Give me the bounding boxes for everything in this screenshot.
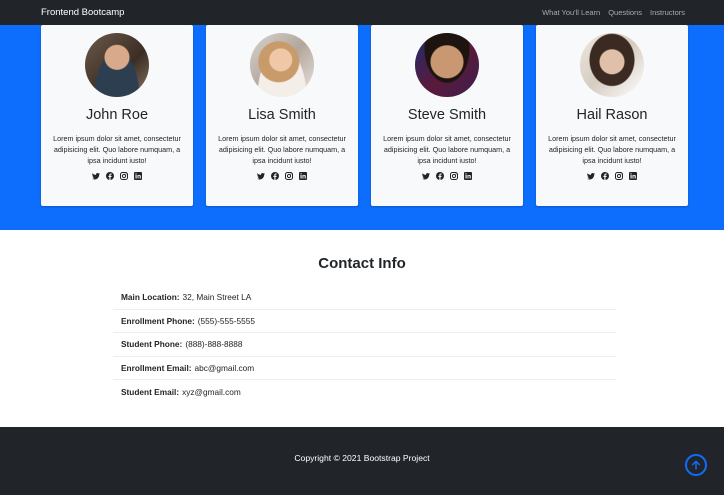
instructor-bio: Lorem ipsum dolor sit amet, consectetur … [218,134,346,165]
arrow-up-circle-icon [690,459,702,471]
contact-row-student-phone: Student Phone: (888)-888-8888 [113,333,616,357]
contact-row-student-email: Student Email: xyz@gmail.com [113,380,616,404]
instagram-icon[interactable] [615,172,623,180]
facebook-icon[interactable] [271,172,279,180]
avatar [250,33,314,97]
contact-row-enrollment-email: Enrollment Email: abc@gmail.com [113,357,616,380]
instagram-icon[interactable] [450,172,458,180]
instructor-cards: John Roe Lorem ipsum dolor sit amet, con… [41,25,688,206]
social-links [41,172,193,180]
social-links [206,172,358,180]
contact-row-enrollment-phone: Enrollment Phone: (555)-555-5555 [113,310,616,333]
twitter-icon[interactable] [587,172,595,180]
contact-value: abc@gmail.com [194,362,255,373]
avatar [85,33,149,97]
facebook-icon[interactable] [106,172,114,180]
navbar: Frontend Bootcamp What You'll Learn Ques… [0,0,724,25]
contact-title: Contact Info [318,255,406,272]
twitter-icon[interactable] [92,172,100,180]
contact-value: xyz@gmail.com [182,386,241,397]
instructor-card-john-roe: John Roe Lorem ipsum dolor sit amet, con… [41,25,193,206]
linkedin-icon[interactable] [134,172,142,180]
linkedin-icon[interactable] [464,172,472,180]
avatar [580,33,644,97]
nav-link-instructors[interactable]: Instructors [650,8,685,17]
facebook-icon[interactable] [436,172,444,180]
contact-value: 32, Main Street LA [182,292,252,303]
footer: Copyright © 2021 Bootstrap Project [0,427,724,495]
copyright-text: Copyright © 2021 Bootstrap Project [294,453,430,463]
instructor-bio: Lorem ipsum dolor sit amet, consectetur … [383,134,511,165]
scroll-to-top-button[interactable] [685,454,707,476]
brand-link[interactable]: Frontend Bootcamp [41,7,124,18]
instructor-name: John Roe [85,107,149,123]
contact-label: Enrollment Phone: [121,315,195,326]
contact-value: (555)-555-5555 [197,315,255,326]
contact-value: (888)-888-8888 [185,339,243,350]
facebook-icon[interactable] [601,172,609,180]
nav-links: What You'll Learn Questions Instructors [542,8,685,17]
instructor-name: Steve Smith [407,107,487,123]
linkedin-icon[interactable] [299,172,307,180]
instructor-card-lisa-smith: Lisa Smith Lorem ipsum dolor sit amet, c… [206,25,358,206]
instagram-icon[interactable] [285,172,293,180]
instructor-bio: Lorem ipsum dolor sit amet, consectetur … [53,134,181,165]
instructor-card-hail-rason: Hail Rason Lorem ipsum dolor sit amet, c… [536,25,688,206]
instructor-card-steve-smith: Steve Smith Lorem ipsum dolor sit amet, … [371,25,523,206]
contact-label: Student Phone: [121,339,183,350]
instagram-icon[interactable] [120,172,128,180]
contact-row-main-location: Main Location: 32, Main Street LA [113,286,616,310]
contact-label: Student Email: [121,386,180,397]
avatar [415,33,479,97]
twitter-icon[interactable] [422,172,430,180]
contact-label: Enrollment Email: [121,362,192,373]
nav-link-learn[interactable]: What You'll Learn [542,8,600,17]
instructor-name: Lisa Smith [248,107,316,123]
linkedin-icon[interactable] [629,172,637,180]
contact-label: Main Location: [121,292,180,303]
instructors-section: John Roe Lorem ipsum dolor sit amet, con… [0,25,724,230]
instructor-name: Hail Rason [576,107,648,123]
twitter-icon[interactable] [257,172,265,180]
instructor-bio: Lorem ipsum dolor sit amet, consectetur … [548,134,676,165]
nav-link-questions[interactable]: Questions [608,8,642,17]
social-links [371,172,523,180]
social-links [536,172,688,180]
contact-list: Main Location: 32, Main Street LA Enroll… [113,286,616,404]
